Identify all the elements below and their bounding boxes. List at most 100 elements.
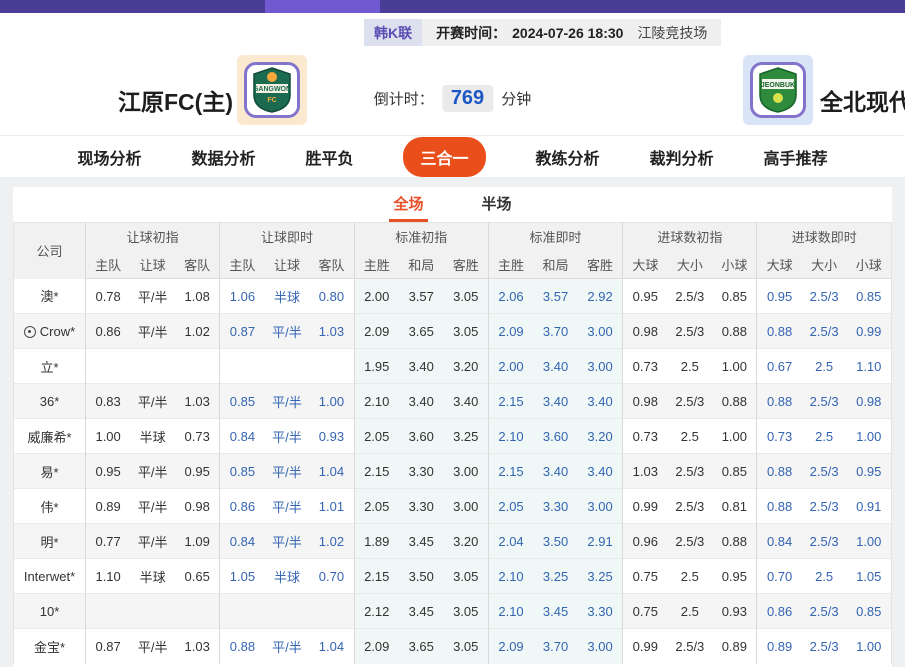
company-name: 易*: [40, 465, 58, 480]
odds-cell: 0.93: [309, 419, 354, 454]
odds-cell: 3.20: [578, 419, 623, 454]
odds-cell: 0.84: [757, 524, 802, 559]
company-cell: 明*: [14, 524, 86, 559]
sub-header: 和局: [399, 251, 444, 279]
odds-cell: 2.5/3: [667, 384, 712, 419]
odds-cell: 3.20: [444, 524, 489, 559]
odds-cell: 1.95: [354, 349, 399, 384]
odds-cell: 2.92: [578, 279, 623, 314]
odds-cell: 0.93: [712, 594, 757, 629]
group-header-4: 进球数初指: [623, 223, 757, 251]
group-header-5: 进球数即时: [757, 223, 892, 251]
company-cell: 易*: [14, 454, 86, 489]
company-cell: 金宝*: [14, 629, 86, 664]
nav-item-three-in-one[interactable]: 三合一: [403, 137, 485, 177]
odds-cell: 0.88: [757, 454, 802, 489]
odds-cell: 2.09: [354, 314, 399, 349]
odds-cell: [175, 349, 220, 384]
company-cell: 伟*: [14, 489, 86, 524]
top-scrollbar-thumb[interactable]: [265, 0, 380, 13]
odds-cell: 2.5/3: [667, 454, 712, 489]
away-team-logo: JEONBUK: [743, 55, 813, 125]
odds-cell: 2.09: [488, 629, 533, 664]
sub-header: 让球: [130, 251, 175, 279]
odds-cell: 0.95: [712, 559, 757, 594]
odds-cell: 0.87: [86, 629, 131, 664]
odds-cell: 0.89: [712, 629, 757, 664]
odds-cell: 1.10: [847, 349, 892, 384]
kickoff-info: 开赛时间：2024-07-26 18:30 江陵竞技场: [422, 19, 721, 46]
odds-cell: 0.87: [220, 314, 265, 349]
nav-item-coach-analysis[interactable]: 教练分析: [536, 145, 600, 169]
odds-cell: 0.88: [757, 384, 802, 419]
company-name: 立*: [40, 360, 58, 375]
nav-item-expert-picks[interactable]: 高手推荐: [764, 145, 828, 169]
odds-cell: 2.5: [802, 419, 847, 454]
group-header-0: 让球初指: [86, 223, 220, 251]
odds-cell: [175, 594, 220, 629]
odds-cell: 2.5/3: [802, 314, 847, 349]
nav-item-live-analysis[interactable]: 现场分析: [77, 145, 141, 169]
nav-bar: 现场分析 数据分析 胜平负 三合一 教练分析 裁判分析 高手推荐: [0, 135, 905, 177]
company-cell: 立*: [14, 349, 86, 384]
odds-cell: 1.02: [309, 524, 354, 559]
odds-cell: 0.89: [757, 629, 802, 664]
odds-cell: 3.40: [399, 384, 444, 419]
odds-cell: 3.05: [444, 559, 489, 594]
sub-header: 小球: [847, 251, 892, 279]
odds-cell: 1.00: [712, 419, 757, 454]
table-row: 36*0.83平/半1.030.85平/半1.002.103.403.402.1…: [14, 384, 892, 419]
svg-text:GANGWON: GANGWON: [253, 86, 291, 93]
odds-cell: 0.73: [175, 419, 220, 454]
odds-cell: 2.5/3: [802, 279, 847, 314]
odds-cell: 0.99: [623, 629, 668, 664]
odds-cell: 0.85: [847, 279, 892, 314]
odds-cell: 3.57: [399, 279, 444, 314]
odds-cell: 0.95: [86, 454, 131, 489]
sub-header: 客胜: [444, 251, 489, 279]
odds-cell: 2.15: [488, 454, 533, 489]
odds-cell: 1.04: [309, 629, 354, 664]
sub-header: 客胜: [578, 251, 623, 279]
odds-cell: 2.05: [354, 419, 399, 454]
nav-item-data-analysis[interactable]: 数据分析: [191, 145, 255, 169]
odds-cell: 平/半: [130, 384, 175, 419]
tab-full-time[interactable]: 全场: [389, 187, 427, 222]
odds-cell: 2.5/3: [802, 384, 847, 419]
odds-cell: 1.05: [220, 559, 265, 594]
nav-item-win-draw-loss[interactable]: 胜平负: [305, 145, 353, 169]
scope-tabs: 全场 半场: [13, 187, 892, 222]
sub-header: 客队: [175, 251, 220, 279]
odds-cell: 0.78: [86, 279, 131, 314]
table-row: 明*0.77平/半1.090.84平/半1.021.893.453.202.04…: [14, 524, 892, 559]
odds-cell: 3.00: [444, 454, 489, 489]
odds-cell: 1.00: [847, 524, 892, 559]
odds-cell: 平/半: [265, 629, 310, 664]
odds-cell: 3.20: [444, 349, 489, 384]
odds-cell: 0.73: [623, 419, 668, 454]
odds-cell: 0.86: [86, 314, 131, 349]
odds-cell: 0.84: [220, 524, 265, 559]
odds-cell: 3.40: [399, 349, 444, 384]
content-area: 全场半场 公司让球初指让球即时标准初指标准即时进球数初指进球数即时主队让球客队主…: [0, 177, 905, 667]
tab-half-time[interactable]: 半场: [478, 187, 516, 222]
odds-cell: 0.96: [623, 524, 668, 559]
odds-cell: 1.03: [175, 629, 220, 664]
company-name: 澳*: [40, 289, 58, 304]
odds-cell: 3.30: [578, 594, 623, 629]
odds-cell: 3.70: [533, 314, 578, 349]
odds-cell: 0.95: [175, 454, 220, 489]
kickoff-time: 2024-07-26 18:30: [512, 25, 623, 41]
svg-text:FC: FC: [267, 97, 276, 104]
odds-cell: 2.10: [354, 384, 399, 419]
odds-cell: [130, 349, 175, 384]
company-name: 威廉希*: [27, 430, 71, 445]
odds-cell: 2.5: [667, 594, 712, 629]
odds-cell: 半球: [265, 559, 310, 594]
company-name: 36*: [40, 394, 60, 409]
odds-cell: 0.75: [623, 594, 668, 629]
odds-cell: 2.10: [488, 594, 533, 629]
odds-cell: [86, 594, 131, 629]
group-header-2: 标准初指: [354, 223, 488, 251]
nav-item-referee-analysis[interactable]: 裁判分析: [650, 145, 714, 169]
